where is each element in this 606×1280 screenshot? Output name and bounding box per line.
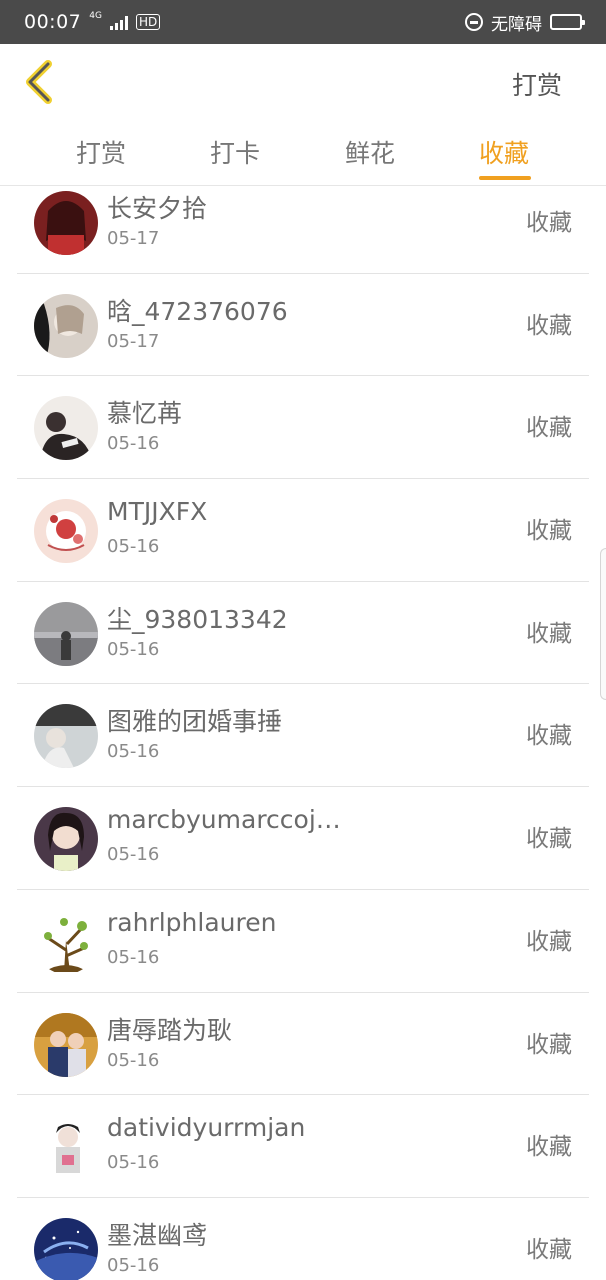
- avatar[interactable]: [34, 601, 98, 666]
- user-name: 晗_472376076: [107, 296, 288, 326]
- list-item[interactable]: datividyurrmjan 05-16 收藏: [17, 1095, 589, 1198]
- favorites-list[interactable]: 长安夕拾 05-17 收藏 晗_472376076 05-17 收藏 慕忆苒 05-16 收藏 M…: [0, 187, 606, 1280]
- avatar[interactable]: [34, 191, 98, 255]
- avatar[interactable]: [34, 909, 98, 974]
- user-name: datividyurrmjan: [107, 1113, 306, 1143]
- item-action-label: 收藏: [526, 1236, 572, 1263]
- item-date: 05-16: [107, 536, 160, 558]
- list-item[interactable]: rahrlphlauren 05-16 收藏: [17, 890, 589, 993]
- accessibility-label: 无障碍: [491, 14, 542, 35]
- list-item[interactable]: 晗_472376076 05-17 收藏: [17, 274, 589, 377]
- list-item[interactable]: marcbyumarccoja… 05-16 收藏: [17, 787, 589, 890]
- avatar[interactable]: [34, 1115, 98, 1180]
- list-item[interactable]: MTJJXFX 05-16 收藏: [17, 479, 589, 582]
- user-name: MTJJXFX: [107, 497, 208, 527]
- chevron-left-icon: [26, 60, 52, 104]
- favorites-list-inner: 长安夕拾 05-17 收藏 晗_472376076 05-17 收藏 慕忆苒 05-16 收藏 M…: [0, 187, 606, 1280]
- item-date: 05-16: [107, 1152, 160, 1174]
- item-action-label: 收藏: [526, 1031, 572, 1058]
- list-item[interactable]: 墨湛幽鸢 05-16 收藏: [17, 1198, 589, 1280]
- app-header: 打赏: [0, 44, 606, 120]
- avatar[interactable]: [34, 396, 98, 461]
- status-left: 00:07 4G HD: [24, 11, 161, 33]
- tab-flowers[interactable]: 鲜花: [345, 134, 395, 170]
- avatar[interactable]: [34, 704, 98, 769]
- avatar[interactable]: [34, 807, 98, 872]
- item-date: 05-16: [107, 1254, 160, 1276]
- user-name: rahrlphlauren: [107, 907, 277, 937]
- dnd-icon: [465, 13, 483, 31]
- item-action-label: 收藏: [526, 723, 572, 750]
- tab-bar: 打赏 打卡 鲜花 收藏: [0, 120, 606, 186]
- tab-reward[interactable]: 打赏: [76, 134, 126, 170]
- list-item[interactable]: 尘_938013342 05-16 收藏: [17, 582, 589, 685]
- list-item[interactable]: 长安夕拾 05-17 收藏: [17, 187, 589, 274]
- battery-icon: [550, 14, 585, 30]
- avatar[interactable]: [34, 1217, 98, 1280]
- tab-checkin[interactable]: 打卡: [210, 134, 260, 170]
- item-date: 05-17: [107, 228, 160, 249]
- status-bar: 00:07 4G HD 无障碍: [0, 0, 606, 44]
- tab-favorites[interactable]: 收藏: [479, 134, 529, 170]
- item-date: 05-16: [107, 1049, 160, 1071]
- item-action-label: 收藏: [526, 928, 572, 955]
- item-action-label: 收藏: [526, 312, 572, 339]
- item-date: 05-17: [107, 330, 160, 352]
- user-name: 长安夕拾: [107, 194, 208, 223]
- item-date: 05-16: [107, 844, 160, 866]
- avatar[interactable]: [34, 1012, 98, 1077]
- list-item[interactable]: 慕忆苒 05-16 收藏: [17, 376, 589, 480]
- user-name: 尘_938013342: [107, 604, 288, 634]
- item-date: 05-16: [107, 638, 160, 660]
- user-name: 慕忆苒: [107, 399, 183, 429]
- header-reward-button[interactable]: 打赏: [512, 66, 562, 102]
- item-action-label: 收藏: [526, 415, 572, 442]
- list-item[interactable]: 图雅的团婚事捶 05-16 收藏: [17, 684, 589, 788]
- list-item[interactable]: 唐辱踏为耿 05-16 收藏: [17, 993, 589, 1096]
- item-date: 05-16: [107, 946, 160, 968]
- user-name: 墨湛幽鸢: [107, 1220, 208, 1250]
- item-action-label: 收藏: [526, 826, 572, 853]
- hd-badge: HD: [135, 14, 161, 30]
- item-date: 05-16: [107, 433, 160, 455]
- side-scroll-handle[interactable]: [600, 548, 606, 700]
- item-action-label: 收藏: [526, 210, 572, 236]
- item-action-label: 收藏: [526, 518, 572, 545]
- item-action-label: 收藏: [526, 620, 572, 647]
- back-button[interactable]: [22, 58, 62, 106]
- status-time: 00:07: [24, 11, 82, 33]
- user-name: marcbyumarccoja…: [107, 805, 347, 835]
- user-name: 图雅的团婚事捶: [107, 707, 283, 737]
- status-right: 无障碍: [465, 10, 585, 35]
- user-name: 唐辱踏为耿: [107, 1015, 233, 1045]
- network-label: 4G: [89, 11, 102, 21]
- item-date: 05-16: [107, 741, 160, 763]
- item-action-label: 收藏: [526, 1134, 572, 1161]
- tab-active-indicator: [479, 176, 531, 180]
- avatar[interactable]: [34, 499, 98, 564]
- avatar[interactable]: [34, 293, 98, 358]
- signal-icon: [109, 14, 128, 30]
